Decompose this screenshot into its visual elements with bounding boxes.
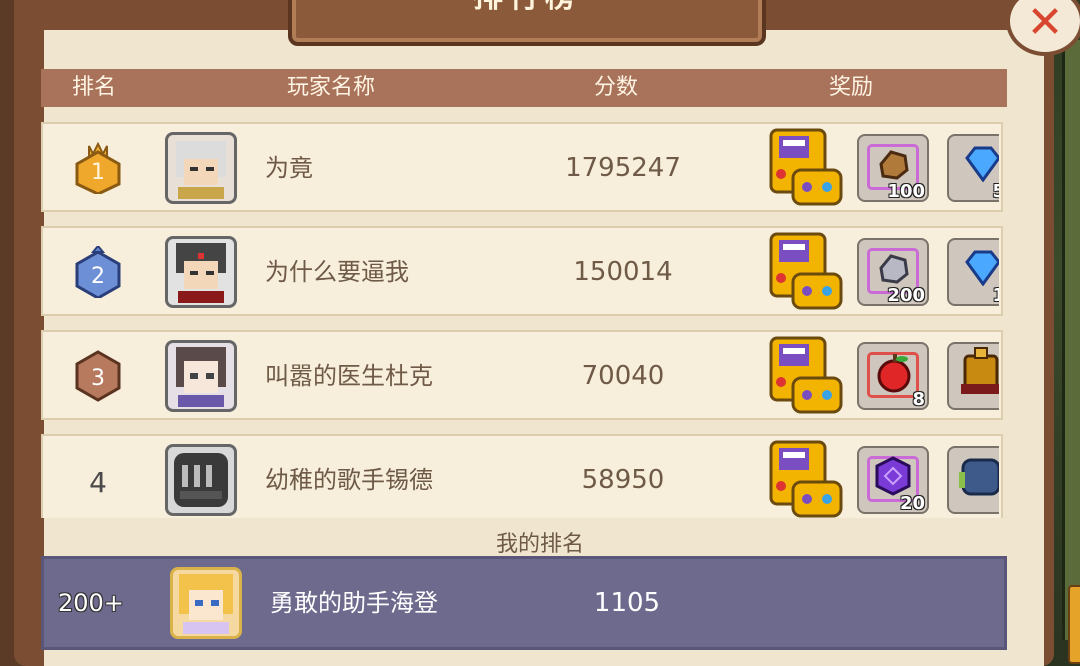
player-name: 叫嚣的医生杜克 [265, 362, 433, 390]
rank-number: 2 [91, 264, 105, 289]
reward-count: 200 [887, 285, 925, 306]
reward-count: 20 [899, 493, 925, 514]
diamond-icon [965, 146, 999, 182]
avatar [165, 236, 237, 308]
player-portrait-icon [179, 574, 233, 634]
player-score: 70040 [581, 361, 665, 391]
player-name: 为什么要逼我 [265, 258, 409, 286]
reward-item[interactable]: 100 [857, 134, 929, 202]
player-name: 幼稚的歌手锡德 [265, 466, 433, 494]
my-player-name: 勇敢的助手海登 [270, 589, 438, 617]
reward-count: 100 [887, 181, 925, 202]
player-score: 58950 [581, 465, 665, 495]
diamond-icon [965, 250, 999, 286]
page-title: 排行榜 [292, 0, 762, 16]
reward-item[interactable]: 200 [857, 238, 929, 306]
reward-item[interactable] [947, 342, 999, 410]
avatar [165, 132, 237, 204]
table-row[interactable]: 4 幼稚的歌手锡德 58950 20 [41, 434, 1003, 518]
rank-number: 4 [89, 466, 107, 499]
game-console-icon[interactable] [767, 438, 845, 520]
reward-item[interactable] [947, 446, 999, 514]
player-portrait-icon [176, 243, 226, 303]
avatar [165, 340, 237, 412]
reward-item[interactable]: 1 [947, 238, 999, 306]
player-score: 1795247 [565, 153, 681, 183]
side-tab-button[interactable] [1068, 585, 1080, 664]
player-portrait-icon [176, 141, 226, 199]
player-name: 为竟 [265, 154, 313, 182]
header-player: 玩家名称 [286, 75, 375, 100]
my-rank-number: 200+ [58, 589, 124, 617]
rank-number: 3 [91, 366, 105, 391]
blue-crest-icon [959, 458, 999, 496]
reward-item[interactable]: 5 [947, 134, 999, 202]
close-icon: ✕ [1026, 0, 1064, 48]
player-score: 150014 [573, 257, 673, 287]
game-console-icon[interactable] [767, 334, 845, 416]
header-score: 分数 [593, 75, 638, 100]
avatar [165, 444, 237, 516]
player-portrait-icon [176, 347, 226, 407]
rank-number: 1 [91, 160, 105, 185]
table-row[interactable]: 1 为竟 1795247 100 5 [41, 122, 1003, 212]
title-plate: 排行榜 [288, 0, 766, 46]
reward-item[interactable]: 8 [857, 342, 929, 410]
my-rank-row[interactable]: 200+ 勇敢的助手海登 1105 [41, 556, 1007, 650]
game-console-icon[interactable] [767, 230, 845, 312]
table-header: 排名 玩家名称 分数 奖励 [41, 69, 1007, 107]
reward-count: 1 [992, 285, 999, 304]
my-score: 1105 [593, 588, 661, 618]
my-rank-label: 我的排名 [495, 532, 584, 557]
player-portrait-icon [174, 453, 228, 507]
header-rank: 排名 [71, 75, 116, 100]
silver-ore-icon [879, 254, 909, 284]
game-console-icon[interactable] [767, 126, 845, 208]
ore-chunk-icon [879, 150, 909, 180]
table-row[interactable]: 3 叫嚣的医生杜克 70040 8 [41, 330, 1003, 420]
apple-icon [877, 354, 911, 393]
reward-count: 8 [912, 389, 925, 410]
golden-helmet-icon [961, 347, 999, 394]
reward-count: 5 [992, 181, 999, 200]
my-avatar [170, 567, 242, 639]
reward-item[interactable]: 20 [857, 446, 929, 514]
header-reward: 奖励 [828, 75, 873, 100]
purple-gem-icon [875, 456, 911, 496]
table-row[interactable]: 2 为什么要逼我 150014 200 1 [41, 226, 1003, 316]
